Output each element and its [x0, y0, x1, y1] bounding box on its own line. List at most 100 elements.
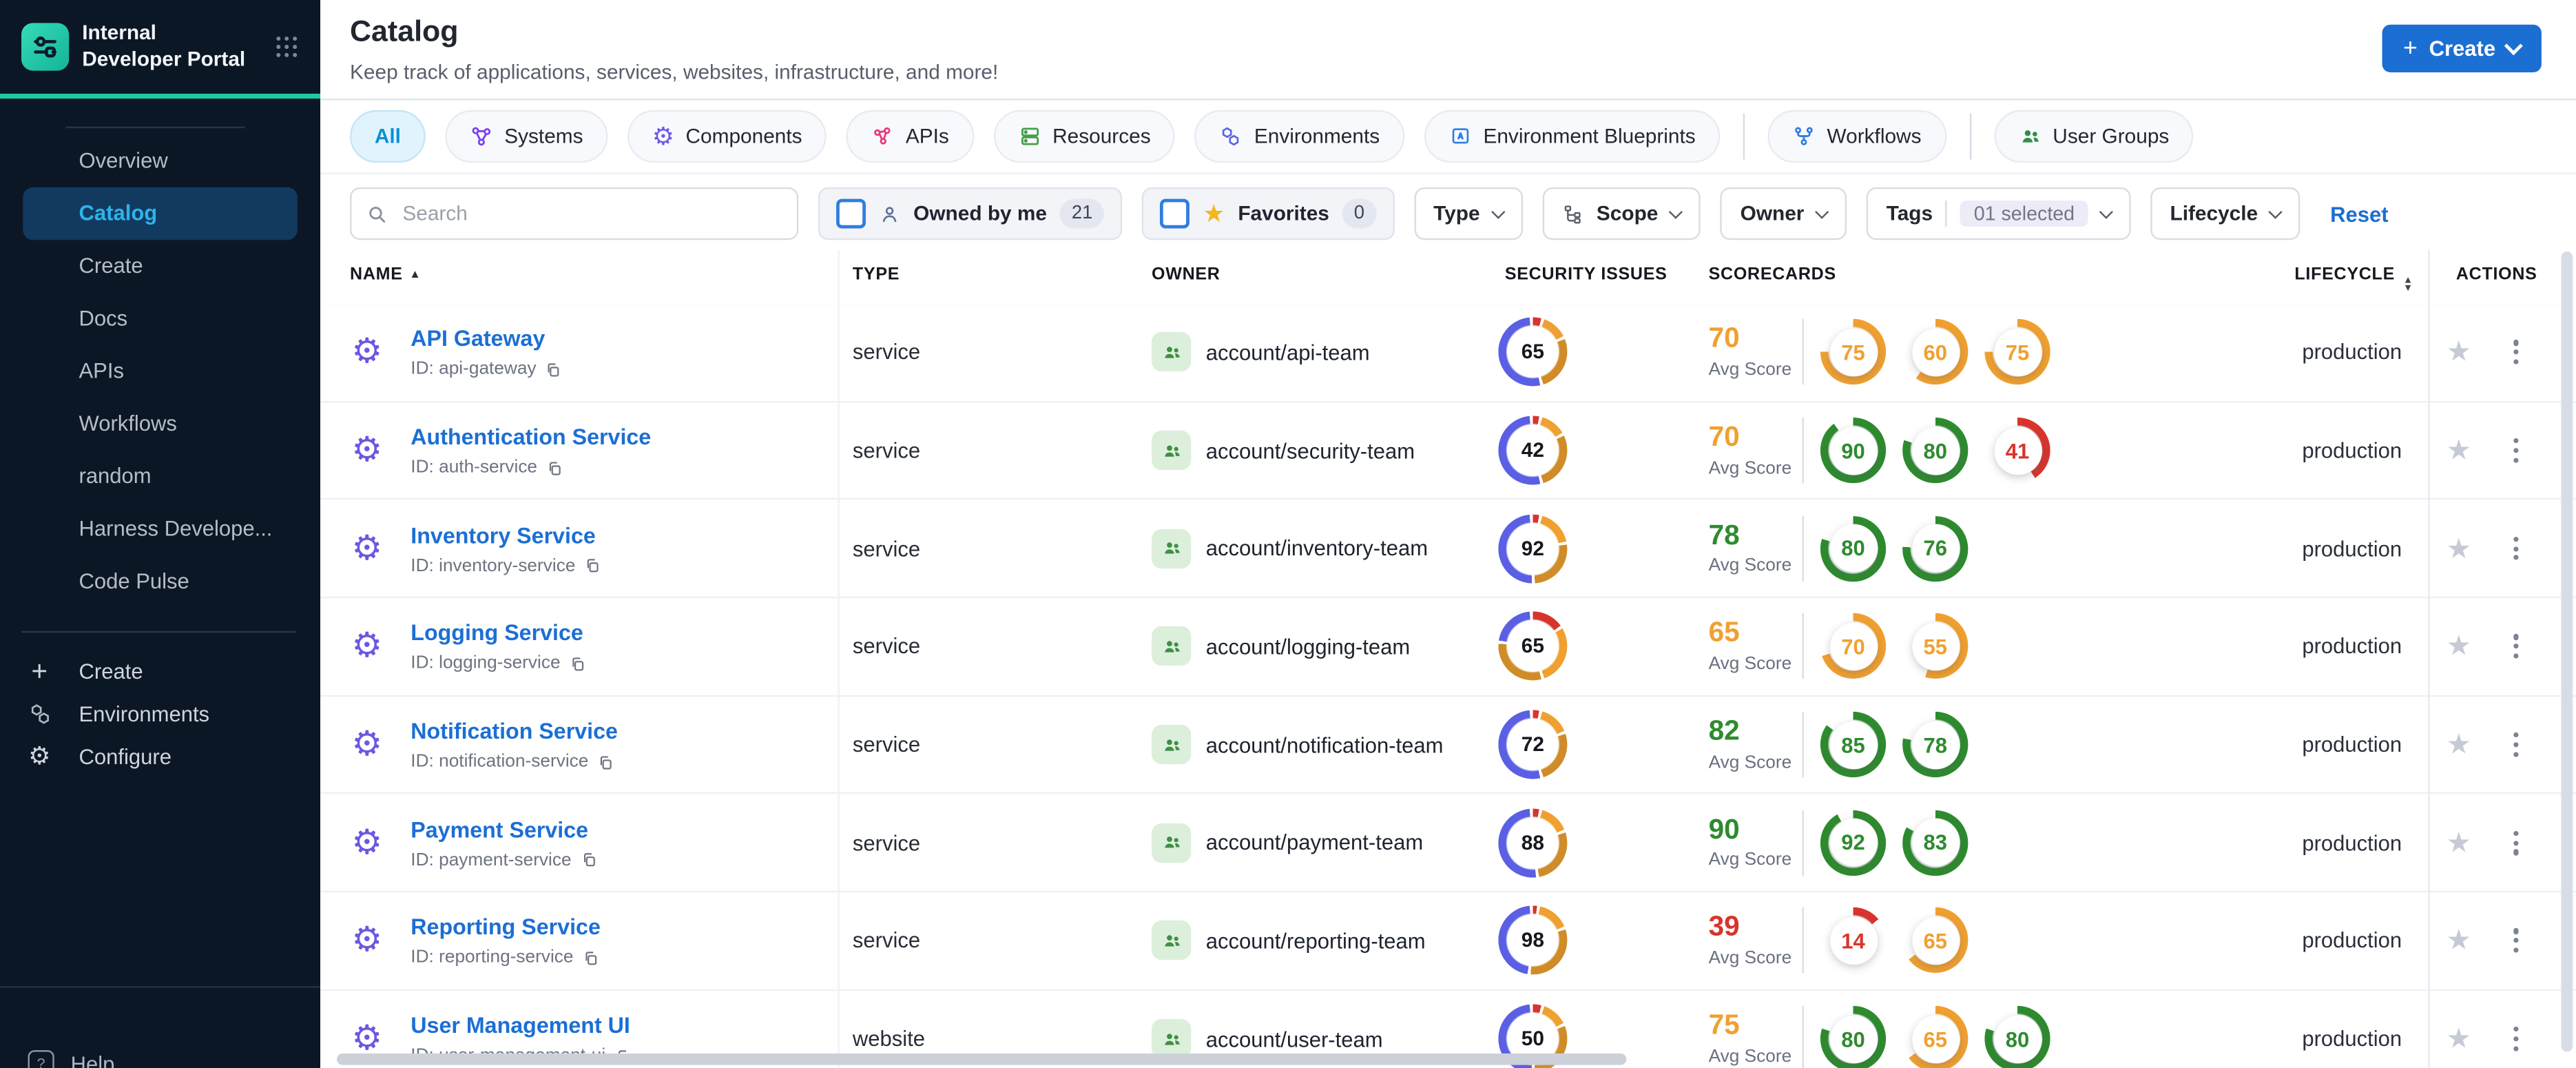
entity-name-link[interactable]: Notification Service [411, 719, 618, 744]
favorite-star-icon[interactable]: ★ [2447, 633, 2471, 661]
entity-gear-icon: ⚙ [351, 627, 383, 666]
type-filter-dropdown[interactable]: Type [1413, 187, 1523, 240]
favorite-star-icon[interactable]: ★ [2447, 1025, 2471, 1054]
copy-icon[interactable] [596, 753, 614, 771]
row-menu-icon[interactable] [2507, 530, 2526, 567]
copy-icon[interactable] [581, 949, 599, 967]
tab-systems[interactable]: Systems [445, 110, 608, 163]
avg-score-value: 75 [1708, 1009, 1740, 1041]
entity-name-link[interactable]: Logging Service [411, 621, 583, 646]
owned-by-me-checkbox[interactable] [836, 198, 866, 229]
vertical-scrollbar[interactable] [2561, 251, 2573, 1052]
owned-by-me-filter[interactable]: Owned by me 21 [818, 187, 1123, 240]
entity-name-link[interactable]: Inventory Service [411, 523, 595, 548]
row-menu-icon[interactable] [2507, 922, 2526, 959]
favorite-star-icon[interactable]: ★ [2447, 927, 2471, 955]
favorites-checkbox[interactable] [1160, 198, 1190, 229]
security-issues-donut: 98 [1498, 906, 1568, 976]
row-menu-icon[interactable] [2507, 1020, 2526, 1058]
entity-name-link[interactable]: User Management UI [411, 1014, 630, 1038]
page-subtitle: Keep track of applications, services, we… [350, 61, 999, 84]
entity-name-link[interactable]: Authentication Service [411, 425, 651, 450]
scorecard-ring: 65 [1902, 1006, 1969, 1068]
row-menu-icon[interactable] [2507, 628, 2526, 665]
table-row[interactable]: ⚙ Notification Service ID: notification-… [320, 696, 2576, 795]
sidebar-item-catalog[interactable]: Catalog [23, 187, 298, 240]
sidebar-item-apis[interactable]: APIs [0, 345, 320, 398]
app-switcher-icon[interactable] [274, 34, 299, 59]
tab-workflows[interactable]: Workflows [1767, 110, 1946, 163]
copy-icon[interactable] [580, 851, 598, 869]
search-input[interactable] [399, 200, 782, 227]
owner-filter-dropdown[interactable]: Owner [1721, 187, 1847, 240]
lifecycle-value: production [2302, 438, 2402, 463]
tab-environments[interactable]: Environments [1195, 110, 1404, 163]
reset-filters-link[interactable]: Reset [2330, 201, 2388, 226]
copy-icon[interactable] [569, 655, 587, 672]
table-row[interactable]: ⚙ Logging Service ID: logging-service se… [320, 598, 2576, 697]
favorite-star-icon[interactable]: ★ [2447, 535, 2471, 563]
security-issues-count: 92 [1521, 537, 1544, 560]
row-menu-icon[interactable] [2507, 431, 2526, 469]
column-header-lifecycle[interactable]: LIFECYCLE ▲ ▼ [2294, 265, 2413, 294]
table-row[interactable]: ⚙ Inventory Service ID: inventory-servic… [320, 500, 2576, 599]
sidebar-item-code-pulse[interactable]: Code Pulse [0, 555, 320, 608]
sort-both-icon: ▲ ▼ [2402, 276, 2413, 294]
avg-score-label: Avg Score [1708, 949, 1792, 969]
scorecard-ring: 70 [1820, 613, 1887, 680]
sidebar-item-random[interactable]: random [0, 451, 320, 503]
lifecycle-value: production [2302, 928, 2402, 954]
column-header-name[interactable]: NAME ▲ [350, 265, 421, 285]
favorite-star-icon[interactable]: ★ [2447, 436, 2471, 464]
tab-all[interactable]: All [350, 110, 426, 163]
environments-icon [1220, 125, 1243, 147]
sidebar-item-harness-developer[interactable]: Harness Develope... [0, 503, 320, 555]
lifecycle-filter-dropdown[interactable]: Lifecycle [2150, 187, 2301, 240]
horizontal-scrollbar[interactable] [336, 1053, 1627, 1065]
sidebar-item-create[interactable]: Create [0, 240, 320, 292]
lifecycle-value: production [2302, 536, 2402, 561]
copy-icon[interactable] [545, 360, 563, 378]
tab-apis[interactable]: APIs [846, 110, 974, 163]
sidebar-item-overview[interactable]: Overview [0, 135, 320, 187]
chevron-down-icon [1815, 204, 1829, 218]
copy-icon[interactable] [546, 459, 563, 477]
search-box[interactable] [350, 187, 799, 240]
tab-environment-blueprints[interactable]: Environment Blueprints [1424, 110, 1721, 163]
table-row[interactable]: ⚙ Reporting Service ID: reporting-servic… [320, 892, 2576, 991]
row-menu-icon[interactable] [2507, 824, 2526, 861]
favorites-count-badge: 0 [1342, 198, 1376, 229]
entity-name-link[interactable]: API Gateway [411, 327, 545, 351]
tab-components[interactable]: ⚙ Components [627, 110, 827, 163]
sidebar-bottom-create[interactable]: + Create [0, 649, 320, 692]
favorites-filter[interactable]: ★ Favorites 0 [1141, 187, 1394, 240]
table-row[interactable]: ⚙ Payment Service ID: payment-service se… [320, 794, 2576, 893]
favorite-star-icon[interactable]: ★ [2447, 338, 2471, 367]
entity-name-link[interactable]: Reporting Service [411, 915, 601, 940]
sidebar-bottom-environments[interactable]: Environments [0, 692, 320, 735]
lifecycle-value: production [2302, 830, 2402, 855]
avg-score-value: 90 [1708, 813, 1740, 845]
tags-filter-dropdown[interactable]: Tags 01 selected [1867, 187, 2131, 240]
avg-score-label: Avg Score [1708, 850, 1792, 871]
owner-filter-label: Owner [1740, 202, 1805, 225]
favorite-star-icon[interactable]: ★ [2447, 829, 2471, 857]
sidebar-bottom-configure[interactable]: ⚙ Configure [0, 735, 320, 777]
sidebar-item-workflows[interactable]: Workflows [0, 398, 320, 450]
entity-name-link[interactable]: Payment Service [411, 817, 588, 842]
app-window: Internal Developer Portal Overview Catal… [0, 0, 2576, 1068]
row-menu-icon[interactable] [2507, 726, 2526, 763]
sidebar-item-docs[interactable]: Docs [0, 293, 320, 345]
copy-icon[interactable] [583, 557, 601, 575]
favorite-star-icon[interactable]: ★ [2447, 730, 2471, 759]
scope-filter-dropdown[interactable]: Scope [1542, 187, 1701, 240]
row-menu-icon[interactable] [2507, 333, 2526, 371]
tab-resources[interactable]: Resources [993, 110, 1176, 163]
create-button[interactable]: + Create [2381, 24, 2542, 72]
sidebar-help-item[interactable]: ? Help [0, 1050, 320, 1068]
divider [1802, 515, 1804, 582]
table-row[interactable]: ⚙ API Gateway ID: api-gateway service ac… [320, 304, 2576, 402]
tab-user-groups[interactable]: User Groups [1993, 110, 2194, 163]
systems-icon [470, 125, 492, 147]
table-row[interactable]: ⚙ Authentication Service ID: auth-servic… [320, 402, 2576, 500]
